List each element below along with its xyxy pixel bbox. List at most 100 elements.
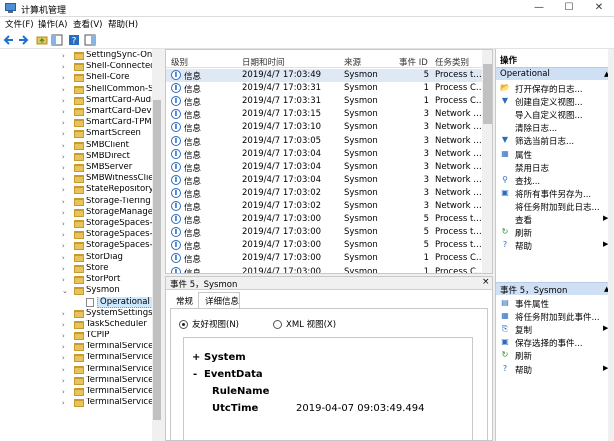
- eventdata-node[interactable]: EventData: [204, 369, 263, 380]
- action-item[interactable]: ↻ 刷新: [496, 349, 612, 362]
- table-row[interactable]: i 信息 2019/4/7 17:03:15 Sysmon 3 Network …: [166, 108, 482, 121]
- chevron-right-icon[interactable]: ›: [62, 119, 65, 127]
- action-item[interactable]: 将任务附加到此日志...: [496, 200, 612, 213]
- chevron-right-icon[interactable]: ›: [62, 343, 65, 351]
- tree-item[interactable]: ⌄ Sysmon: [0, 286, 152, 297]
- action-item[interactable]: ▼ 创建自定义视图...: [496, 95, 612, 108]
- chevron-right-icon[interactable]: ›: [62, 321, 65, 329]
- action-item[interactable]: ? 帮助 ▶: [496, 363, 612, 376]
- tree-item[interactable]: › SmartCard-Device: [0, 107, 152, 118]
- tree-item[interactable]: › SmartCard-TPM-V: [0, 118, 152, 129]
- action-item[interactable]: 禁用日志: [496, 161, 612, 174]
- back-icon[interactable]: [3, 34, 15, 46]
- chevron-right-icon[interactable]: ›: [62, 97, 65, 105]
- tree-item[interactable]: › SMBDirect: [0, 152, 152, 163]
- action-item[interactable]: ⎘ 复制 ▶: [496, 323, 612, 336]
- tree-item[interactable]: › SettingSync-OneD: [0, 51, 152, 62]
- close-detail-icon[interactable]: ×: [482, 277, 490, 287]
- chevron-right-icon[interactable]: ›: [62, 265, 65, 273]
- close-button[interactable]: ✕: [584, 0, 614, 17]
- tab-general[interactable]: 常规: [176, 295, 193, 307]
- chevron-right-icon[interactable]: ›: [62, 388, 65, 396]
- xml-view-radio[interactable]: [273, 320, 282, 329]
- tree-item[interactable]: › Shell-ConnectedA: [0, 62, 152, 73]
- minimize-button[interactable]: —: [524, 0, 554, 17]
- tree-item[interactable]: › TerminalServices-F: [0, 376, 152, 387]
- action-item[interactable]: 查看 ▶: [496, 213, 612, 226]
- chevron-right-icon[interactable]: ›: [62, 130, 65, 138]
- table-row[interactable]: i 信息 2019/4/7 17:03:31 Sysmon 1 Process C…: [166, 95, 482, 108]
- chevron-right-icon[interactable]: ›: [62, 377, 65, 385]
- show-tree-icon[interactable]: [51, 34, 63, 46]
- tree-item[interactable]: › Shell-Core: [0, 73, 152, 84]
- chevron-right-icon[interactable]: ›: [62, 242, 65, 250]
- tree-item[interactable]: › TerminalServices-C: [0, 353, 152, 364]
- menu-file[interactable]: 文件(F): [5, 18, 34, 30]
- tree-item[interactable]: › TerminalServices-L: [0, 365, 152, 376]
- system-expand-toggle[interactable]: +: [192, 352, 200, 363]
- table-row[interactable]: i 信息 2019/4/7 17:03:10 Sysmon 3 Network …: [166, 121, 482, 134]
- action-item[interactable]: ▣ 保存选择的事件...: [496, 336, 612, 349]
- tree-item[interactable]: › TerminalServices-F: [0, 387, 152, 398]
- tree-scrollbar-thumb[interactable]: [153, 100, 161, 420]
- menu-action[interactable]: 操作(A): [38, 18, 67, 30]
- chevron-right-icon[interactable]: ›: [62, 198, 65, 206]
- tree-item[interactable]: › SmartScreen: [0, 129, 152, 140]
- action-item[interactable]: ▦ 属性: [496, 148, 612, 161]
- chevron-down-icon[interactable]: ⌄: [62, 287, 68, 295]
- action-item[interactable]: 清除日志...: [496, 121, 612, 134]
- tree-item[interactable]: › TCPIP: [0, 331, 152, 342]
- chevron-right-icon[interactable]: ›: [62, 310, 65, 318]
- friendly-view-radio[interactable]: [179, 320, 188, 329]
- action-item[interactable]: ▣ 将所有事件另存为...: [496, 187, 612, 200]
- chevron-right-icon[interactable]: ›: [62, 276, 65, 284]
- tree-item[interactable]: › StorageManageme: [0, 208, 152, 219]
- list-scrollbar-thumb[interactable]: [483, 64, 492, 124]
- table-row[interactable]: i 信息 2019/4/7 17:03:00 Sysmon 1 Process C…: [166, 252, 482, 265]
- tree-item[interactable]: › StorageSpaces-Spa: [0, 241, 152, 252]
- menu-view[interactable]: 查看(V): [73, 18, 102, 30]
- tree-item[interactable]: › TerminalServices-F: [0, 398, 152, 409]
- chevron-right-icon[interactable]: ›: [62, 153, 65, 161]
- tab-details[interactable]: 详细信息: [205, 295, 239, 307]
- table-row[interactable]: i 信息 2019/4/7 17:03:02 Sysmon 3 Network …: [166, 187, 482, 200]
- chevron-right-icon[interactable]: ›: [62, 209, 65, 217]
- action-item[interactable]: 导入自定义视图...: [496, 108, 612, 121]
- chevron-right-icon[interactable]: ›: [62, 164, 65, 172]
- forward-icon[interactable]: [17, 34, 29, 46]
- chevron-right-icon[interactable]: ›: [62, 254, 65, 262]
- action-item[interactable]: ▦ 将任务附加到此事件...: [496, 310, 612, 323]
- chevron-right-icon[interactable]: ›: [62, 186, 65, 194]
- table-row[interactable]: i 信息 2019/4/7 17:03:05 Sysmon 3 Network …: [166, 135, 482, 148]
- chevron-right-icon[interactable]: ›: [62, 52, 65, 60]
- chevron-right-icon[interactable]: ›: [62, 354, 65, 362]
- actions-section-event[interactable]: 事件 5，Sysmon ▲: [496, 282, 612, 296]
- action-item[interactable]: ▤ 事件属性: [496, 297, 612, 310]
- tree-item[interactable]: › SMBServer: [0, 163, 152, 174]
- tree-item[interactable]: › StateRepository: [0, 185, 152, 196]
- chevron-right-icon[interactable]: ›: [62, 74, 65, 82]
- action-item[interactable]: ⚲ 查找...: [496, 174, 612, 187]
- table-row[interactable]: i 信息 2019/4/7 17:03:49 Sysmon 5 Process t…: [166, 69, 482, 82]
- action-item[interactable]: ▼ 筛选当前日志...: [496, 134, 612, 147]
- tree-item[interactable]: › Store: [0, 264, 152, 275]
- menu-help[interactable]: 帮助(H): [108, 18, 138, 30]
- action-item[interactable]: 📂 打开保存的日志...: [496, 82, 612, 95]
- table-row[interactable]: i 信息 2019/4/7 17:03:00 Sysmon 5 Process t…: [166, 226, 482, 239]
- tree-item[interactable]: › StorPort: [0, 275, 152, 286]
- tree-item[interactable]: › SMBClient: [0, 141, 152, 152]
- action-item[interactable]: ? 帮助 ▶: [496, 239, 612, 252]
- tree-item[interactable]: › TaskScheduler: [0, 320, 152, 331]
- tree-item[interactable]: › Storage-Tiering: [0, 197, 152, 208]
- actions-scrollbar[interactable]: [608, 49, 614, 441]
- table-row[interactable]: i 信息 2019/4/7 17:03:00 Sysmon 5 Process t…: [166, 239, 482, 252]
- chevron-right-icon[interactable]: ›: [62, 366, 65, 374]
- table-row[interactable]: i 信息 2019/4/7 17:03:00 Sysmon 1 Process C…: [166, 266, 482, 273]
- table-row[interactable]: i 信息 2019/4/7 17:03:02 Sysmon 3 Network …: [166, 200, 482, 213]
- tree-item[interactable]: Operational: [0, 297, 152, 309]
- tree-item[interactable]: › StorageSpaces-Dri: [0, 219, 152, 230]
- chevron-right-icon[interactable]: ›: [62, 175, 65, 183]
- chevron-right-icon[interactable]: ›: [62, 86, 65, 94]
- tree-item[interactable]: › SystemSettingsThr: [0, 309, 152, 320]
- chevron-right-icon[interactable]: ›: [62, 142, 65, 150]
